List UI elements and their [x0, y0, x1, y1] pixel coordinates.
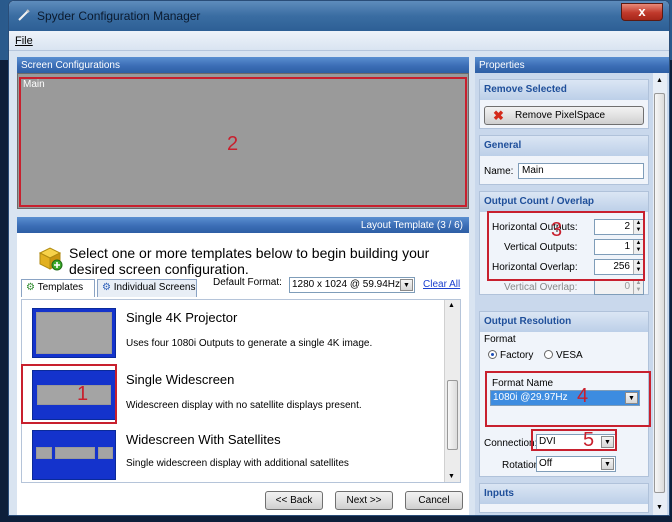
clear-all-link[interactable]: Clear All [423, 279, 460, 290]
properties-panel: Remove Selected ✖ Remove PixelSpace Gene… [475, 73, 669, 515]
template-list-scrollbar[interactable]: ▲ ▼ [444, 300, 460, 482]
close-button[interactable]: x [621, 3, 663, 21]
annotation-number-3: 3 [551, 219, 563, 241]
annotation-number-4: 4 [577, 385, 589, 407]
annotation-number-1: 1 [77, 383, 89, 405]
vesa-radio[interactable]: VESA [544, 350, 583, 361]
spin-arrows-icon: ▲ ▼ [633, 280, 643, 294]
cancel-button[interactable]: Cancel [405, 491, 463, 510]
annotation-number-5: 5 [583, 429, 595, 451]
connection-label: Connection: [484, 438, 538, 449]
default-format-label: Default Format: [213, 277, 282, 288]
remove-x-icon: ✖ [493, 108, 504, 123]
properties-scrollbar[interactable]: ▲ ▼ [653, 73, 667, 515]
scrollbar-thumb[interactable] [447, 380, 458, 450]
remove-selected-section: Remove Selected ✖ Remove PixelSpace [479, 79, 649, 129]
chevron-down-icon: ▼ [601, 458, 614, 470]
default-format-row: Default Format: [213, 277, 282, 288]
template-title: Single Widescreen [126, 372, 235, 387]
template-description: Uses four 1080i Outputs to generate a si… [126, 338, 373, 349]
menu-file[interactable]: File [15, 35, 33, 47]
annotation-box-5 [531, 429, 617, 451]
template-description: Widescreen display with no satellite dis… [126, 400, 362, 411]
layout-template-panel: Select one or more templates below to be… [17, 233, 469, 515]
template-thumbnail [32, 430, 116, 480]
default-format-select[interactable]: 1280 x 1024 @ 59.94Hz ▼ [289, 277, 415, 293]
radio-selected-icon [488, 350, 497, 359]
title-bar: Spyder Configuration Manager x [9, 1, 669, 31]
remove-pixelspace-button[interactable]: ✖ Remove PixelSpace [484, 106, 644, 125]
tab-individual-screens[interactable]: ⚙ Individual Screens [97, 279, 197, 297]
vertical-overlap-label: Vertical Overlap: [504, 282, 578, 293]
format-label: Format [484, 334, 516, 345]
annotation-box-3 [487, 211, 645, 281]
inputs-title: Inputs [480, 484, 648, 504]
template-box-icon [38, 247, 63, 271]
annotation-number-2: 2 [227, 133, 239, 155]
next-button[interactable]: Next >> [335, 491, 393, 510]
annotation-box-1 [21, 364, 117, 424]
window-title: Spyder Configuration Manager [37, 9, 201, 23]
template-thumbnail [32, 308, 116, 358]
back-button[interactable]: << Back [265, 491, 323, 510]
general-title: General [480, 136, 648, 156]
radio-empty-icon [544, 350, 553, 359]
factory-radio[interactable]: Factory [488, 350, 533, 361]
template-title: Single 4K Projector [126, 310, 238, 325]
name-input[interactable]: Main [518, 163, 644, 179]
vertical-overlap-stepper: 0 ▲ ▼ [594, 279, 644, 295]
layout-intro-text: Select one or more templates below to be… [69, 245, 430, 277]
list-item[interactable]: Widescreen With Satellites Single widesc… [22, 426, 446, 482]
list-item[interactable]: Single 4K Projector Uses four 1080i Outp… [22, 304, 446, 364]
output-count-title: Output Count / Overlap [480, 192, 648, 212]
rotation-select[interactable]: Off ▼ [536, 456, 616, 472]
scroll-up-icon: ▲ [448, 302, 455, 309]
template-description: Single widescreen display with additiona… [126, 458, 349, 469]
annotation-box-4 [485, 371, 651, 427]
chevron-down-icon: ▼ [400, 279, 413, 291]
templates-tab-icon: ⚙ [26, 282, 35, 293]
scroll-down-icon: ▼ [656, 504, 663, 511]
menu-bar: File [9, 31, 669, 51]
annotation-box-2 [19, 77, 467, 207]
app-window: Spyder Configuration Manager x File Scre… [8, 0, 670, 516]
template-title: Widescreen With Satellites [126, 432, 281, 447]
general-section: General Name: Main [479, 135, 649, 185]
scroll-up-icon: ▲ [656, 77, 663, 84]
tab-templates[interactable]: ⚙ Templates [21, 279, 95, 297]
individual-screens-tab-icon: ⚙ [102, 282, 111, 293]
app-icon [18, 9, 30, 21]
scrollbar-thumb[interactable] [654, 93, 665, 493]
name-label: Name: [484, 166, 514, 177]
inputs-section: Inputs [479, 483, 649, 513]
output-resolution-title: Output Resolution [480, 312, 648, 332]
remove-selected-title: Remove Selected [480, 80, 648, 100]
scroll-down-icon: ▼ [448, 473, 455, 480]
